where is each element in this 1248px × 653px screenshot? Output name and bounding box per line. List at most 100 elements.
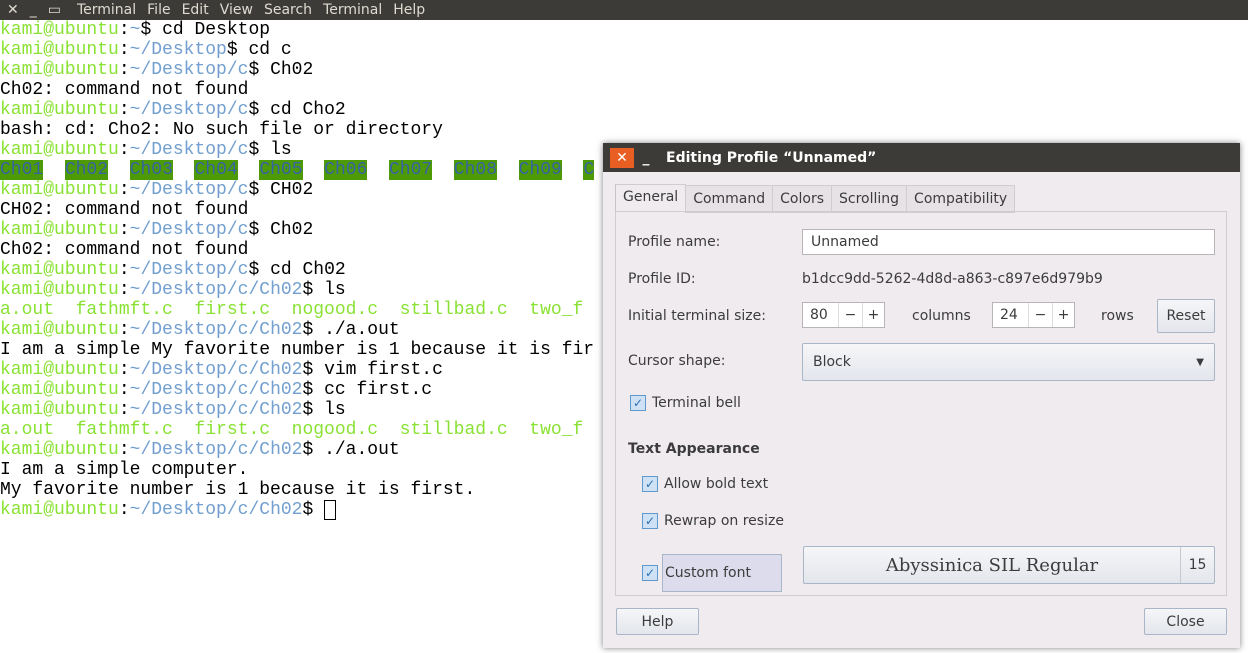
prompt-separator: : (118, 100, 130, 120)
prompt-path: ~/Desktop/c (129, 100, 249, 120)
directory-entry: Ch09 (518, 160, 562, 180)
prompt-symbol: $ (248, 180, 260, 200)
prompt-user: kami@ubuntu (0, 260, 119, 280)
profile-id-value: b1dcc9dd-5262-4d8d-a863-c897e6d979b9 (802, 271, 1103, 287)
font-size: 15 (1180, 547, 1214, 583)
columns-value[interactable]: 80 (803, 303, 838, 327)
prompt-separator: : (118, 320, 130, 340)
prompt-path: ~/Desktop/c (129, 220, 249, 240)
allow-bold-label: Allow bold text (664, 476, 769, 492)
check-icon: ✓ (630, 395, 646, 411)
command-text: ls (313, 280, 346, 300)
check-icon: ✓ (642, 565, 658, 581)
check-icon: ✓ (642, 476, 658, 492)
prompt-symbol: $ (248, 60, 260, 80)
columns-stepper[interactable]: 80 − + (802, 302, 885, 328)
terminal-line: kami@ubuntu:~/Desktop/c$ ls (0, 140, 594, 160)
terminal-output[interactable]: kami@ubuntu:~$ cd Desktop kami@ubuntu:~/D… (0, 20, 595, 520)
custom-font-checkbox[interactable]: ✓ Custom font (642, 554, 782, 592)
output-text: I am a simple computer. (0, 460, 249, 480)
menu-help[interactable]: Help (393, 2, 425, 18)
terminal-line: kami@ubuntu:~/Desktop$ cd c (0, 40, 594, 60)
command-text: ./a.out (313, 320, 400, 340)
directory-entry: Ch08 (453, 160, 498, 180)
prompt-separator: : (118, 280, 130, 300)
menu-edit[interactable]: Edit (182, 2, 209, 18)
file-listing: a.out fathmft.c first.c nogood.c stillba… (0, 420, 584, 440)
maximize-icon[interactable]: ▭ (48, 2, 61, 18)
prompt-separator: : (118, 260, 130, 280)
profile-name-value: Unnamed (811, 234, 879, 250)
command-text: cd c (237, 40, 292, 60)
prompt-separator: : (118, 440, 130, 460)
file-listing: a.out fathmft.c first.c nogood.c stillba… (0, 300, 584, 320)
terminal-bell-checkbox[interactable]: ✓ Terminal bell (630, 395, 741, 411)
tab-colors[interactable]: Colors (773, 185, 833, 213)
menu-search[interactable]: Search (264, 2, 312, 18)
cursor-shape-label: Cursor shape: (628, 353, 726, 369)
tab-command[interactable]: Command (686, 185, 774, 213)
prompt-symbol: $ (302, 320, 314, 340)
prompt-path: ~/Desktop/c (129, 60, 249, 80)
tab-scrolling[interactable]: Scrolling (832, 185, 908, 213)
terminal-cursor (324, 500, 337, 520)
reset-button[interactable]: Reset (1157, 299, 1215, 333)
tab-compatibility[interactable]: Compatibility (907, 185, 1016, 213)
command-text: Ch02 (259, 60, 314, 80)
dialog-title: Editing Profile “Unnamed” (666, 149, 877, 166)
prompt-symbol: $ (140, 20, 152, 40)
output-text: My favorite number is 1 because it is fi… (0, 480, 476, 500)
prompt-separator: : (118, 140, 130, 160)
columns-increment[interactable]: + (862, 303, 884, 327)
prompt-symbol: $ (248, 140, 260, 160)
dialog-titlebar: ✕ _ Editing Profile “Unnamed” (603, 143, 1240, 172)
text-appearance-heading: Text Appearance (628, 441, 760, 457)
prompt-symbol: $ (302, 400, 314, 420)
prompt-symbol: $ (302, 360, 314, 380)
profile-name-input[interactable]: Unnamed (802, 229, 1215, 255)
rows-stepper[interactable]: 24 − + (992, 302, 1075, 328)
directory-entry: Ch04 (194, 160, 238, 180)
directory-entry: Ch05 (259, 160, 303, 180)
menu-view[interactable]: View (220, 2, 253, 18)
prompt-user: kami@ubuntu (0, 220, 119, 240)
command-text (313, 500, 324, 520)
directory-entry: Ch03 (129, 160, 173, 180)
close-button[interactable]: Close (1144, 608, 1227, 635)
columns-decrement[interactable]: − (838, 303, 862, 327)
terminal-line: kami@ubuntu:~/Desktop/c$ CH02 (0, 180, 594, 200)
prompt-path: ~/Desktop/c/Ch02 (129, 400, 303, 420)
close-icon[interactable]: ✕ (610, 147, 634, 168)
prompt-separator: : (118, 180, 130, 200)
tab-general[interactable]: General (615, 184, 687, 213)
tab-bar: General Command Colors Scrolling Compati… (615, 184, 1016, 213)
prompt-user: kami@ubuntu (0, 180, 119, 200)
rows-decrement[interactable]: − (1028, 303, 1052, 327)
command-text: vim first.c (313, 360, 443, 380)
menu-file[interactable]: File (147, 2, 170, 18)
cursor-shape-select[interactable]: Block ▼ (802, 343, 1215, 381)
terminal-line: I am a simple My favorite number is 1 be… (0, 340, 594, 360)
terminal-line: CH02: command not found (0, 200, 594, 220)
minimize-icon[interactable]: _ (30, 2, 37, 18)
cursor-shape-value: Block (813, 354, 851, 370)
terminal-line: My favorite number is 1 because it is fi… (0, 480, 594, 500)
prompt-user: kami@ubuntu (0, 100, 119, 120)
prompt-separator: : (118, 380, 130, 400)
font-picker-button[interactable]: Abyssinica SIL Regular 15 (803, 546, 1215, 584)
command-text: cd Cho2 (259, 100, 346, 120)
allow-bold-checkbox[interactable]: ✓ Allow bold text (642, 476, 768, 492)
rewrap-checkbox[interactable]: ✓ Rewrap on resize (642, 513, 784, 529)
rows-increment[interactable]: + (1052, 303, 1074, 327)
help-button[interactable]: Help (616, 608, 699, 635)
rows-value[interactable]: 24 (993, 303, 1028, 327)
prompt-path: ~/Desktop/c/Ch02 (129, 320, 303, 340)
close-icon[interactable]: ✕ (7, 2, 19, 18)
minimize-icon[interactable]: _ (634, 148, 658, 168)
prompt-user: kami@ubuntu (0, 400, 119, 420)
menu-terminal[interactable]: Terminal (323, 2, 382, 18)
